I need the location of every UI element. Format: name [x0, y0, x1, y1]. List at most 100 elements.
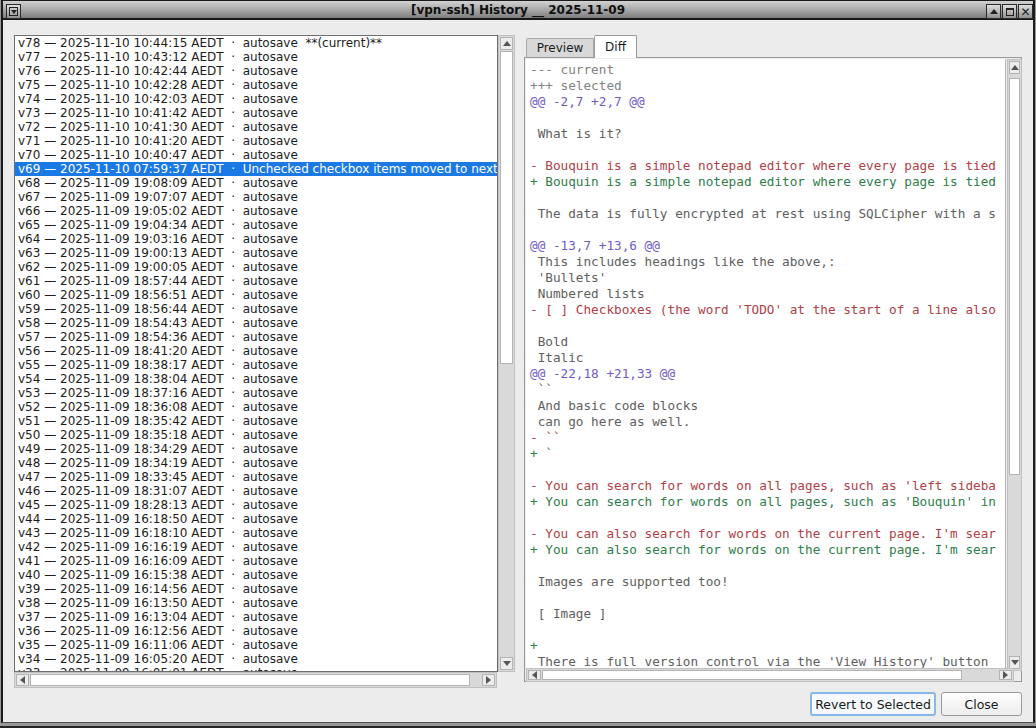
diff-line: @@ -13,7 +13,6 @@	[530, 238, 1005, 254]
diff-line: Italic	[530, 350, 1005, 366]
list-item[interactable]: v40 — 2025-11-09 16:15:38 AEDT · autosav…	[15, 568, 497, 582]
diff-line: --- current	[530, 62, 1005, 78]
diff-horizontal-scrollbar[interactable]	[526, 668, 1014, 682]
list-item[interactable]: v41 — 2025-11-09 16:16:09 AEDT · autosav…	[15, 554, 497, 568]
diff-line: What is it?	[530, 126, 1005, 142]
scrollbar-thumb[interactable]	[500, 51, 513, 364]
tab-preview-label: Preview	[537, 41, 584, 55]
diff-line: The data is fully encrypted at rest usin…	[530, 206, 1005, 222]
list-item[interactable]: v59 — 2025-11-09 18:56:44 AEDT · autosav…	[15, 302, 497, 316]
window-body: v78 — 2025-11-10 10:44:15 AEDT · autosav…	[0, 0, 1036, 728]
list-item[interactable]: v66 — 2025-11-09 19:05:02 AEDT · autosav…	[15, 204, 497, 218]
scrollbar-thumb[interactable]	[542, 670, 962, 680]
tab-preview[interactable]: Preview	[526, 38, 594, 57]
scrollbar-thumb[interactable]	[1009, 78, 1020, 475]
diff-line: + `	[530, 446, 1005, 462]
scrollbar-thumb[interactable]	[30, 674, 470, 686]
scroll-left-icon[interactable]	[16, 674, 29, 686]
list-item[interactable]: v47 — 2025-11-09 18:33:45 AEDT · autosav…	[15, 470, 497, 484]
list-item[interactable]: v46 — 2025-11-09 18:31:07 AEDT · autosav…	[15, 484, 497, 498]
list-item[interactable]: v35 — 2025-11-09 16:11:06 AEDT · autosav…	[15, 638, 497, 652]
scroll-down-icon[interactable]	[500, 657, 513, 670]
list-item[interactable]: v69 — 2025-11-10 07:59:37 AEDT · Uncheck…	[15, 162, 497, 176]
list-item[interactable]: v48 — 2025-11-09 18:34:19 AEDT · autosav…	[15, 456, 497, 470]
list-item[interactable]: v60 — 2025-11-09 18:56:51 AEDT · autosav…	[15, 288, 497, 302]
diff-line: can go here as well.	[530, 414, 1005, 430]
history-vertical-scrollbar[interactable]	[498, 35, 515, 672]
diff-line: + You can search for words on all pages,…	[530, 494, 1005, 510]
list-item[interactable]: v50 — 2025-11-09 18:35:18 AEDT · autosav…	[15, 428, 497, 442]
list-item[interactable]: v42 — 2025-11-09 16:16:19 AEDT · autosav…	[15, 540, 497, 554]
diff-line: Images are supported too!	[530, 574, 1005, 590]
scroll-left-icon[interactable]	[528, 670, 541, 680]
diff-line: @@ -2,7 +2,7 @@	[530, 94, 1005, 110]
diff-line	[530, 222, 1005, 238]
list-item[interactable]: v54 — 2025-11-09 18:38:04 AEDT · autosav…	[15, 372, 497, 386]
diff-line	[530, 190, 1005, 206]
history-window: [vpn-ssh] History __ 2025-11-09 ✕ v78 — …	[0, 0, 1036, 728]
diff-line	[530, 318, 1005, 334]
list-item[interactable]: v57 — 2025-11-09 18:54:36 AEDT · autosav…	[15, 330, 497, 344]
diff-line: + Bouquin is a simple notepad editor whe…	[530, 174, 1005, 190]
list-item[interactable]: v64 — 2025-11-09 19:03:16 AEDT · autosav…	[15, 232, 497, 246]
diff-line	[530, 622, 1005, 638]
list-item[interactable]: v55 — 2025-11-09 18:38:17 AEDT · autosav…	[15, 358, 497, 372]
diff-line: ``	[530, 382, 1005, 398]
diff-vertical-scrollbar[interactable]	[1007, 59, 1022, 671]
list-item[interactable]: v68 — 2025-11-09 19:08:09 AEDT · autosav…	[15, 176, 497, 190]
list-item[interactable]: v43 — 2025-11-09 16:18:10 AEDT · autosav…	[15, 526, 497, 540]
list-item[interactable]: v38 — 2025-11-09 16:13:50 AEDT · autosav…	[15, 596, 497, 610]
list-item[interactable]: v76 — 2025-11-10 10:42:44 AEDT · autosav…	[15, 64, 497, 78]
list-item[interactable]: v63 — 2025-11-09 19:00:13 AEDT · autosav…	[15, 246, 497, 260]
scroll-up-icon[interactable]	[500, 37, 513, 50]
list-item[interactable]: v72 — 2025-11-10 10:41:30 AEDT · autosav…	[15, 120, 497, 134]
close-button-label: Close	[964, 697, 998, 712]
diff-line: - You can also search for words on the c…	[530, 526, 1005, 542]
scroll-right-icon[interactable]	[482, 674, 495, 686]
scroll-right-icon[interactable]	[999, 670, 1012, 680]
list-item[interactable]: v51 — 2025-11-09 18:35:42 AEDT · autosav…	[15, 414, 497, 428]
diff-line: - You can search for words on all pages,…	[530, 478, 1005, 494]
tab-diff-label: Diff	[605, 40, 626, 54]
diff-line: [ Image ]	[530, 606, 1005, 622]
list-item[interactable]: v70 — 2025-11-10 10:40:47 AEDT · autosav…	[15, 148, 497, 162]
diff-line: Bold	[530, 334, 1005, 350]
list-item[interactable]: v71 — 2025-11-10 10:41:20 AEDT · autosav…	[15, 134, 497, 148]
tab-diff[interactable]: Diff	[594, 35, 637, 58]
list-item[interactable]: v39 — 2025-11-09 16:14:56 AEDT · autosav…	[15, 582, 497, 596]
list-item[interactable]: v56 — 2025-11-09 18:41:20 AEDT · autosav…	[15, 344, 497, 358]
list-item[interactable]: v45 — 2025-11-09 18:28:13 AEDT · autosav…	[15, 498, 497, 512]
list-item[interactable]: v58 — 2025-11-09 18:54:43 AEDT · autosav…	[15, 316, 497, 330]
diff-line	[530, 558, 1005, 574]
revert-button-label: Revert to Selected	[815, 697, 931, 712]
diff-line	[530, 462, 1005, 478]
diff-line	[530, 142, 1005, 158]
diff-line: +++ selected	[530, 78, 1005, 94]
history-horizontal-scrollbar[interactable]	[14, 672, 497, 688]
list-item[interactable]: v65 — 2025-11-09 19:04:34 AEDT · autosav…	[15, 218, 497, 232]
list-item[interactable]: v67 — 2025-11-09 19:07:07 AEDT · autosav…	[15, 190, 497, 204]
list-item[interactable]: v53 — 2025-11-09 18:37:16 AEDT · autosav…	[15, 386, 497, 400]
list-item[interactable]: v75 — 2025-11-10 10:42:28 AEDT · autosav…	[15, 78, 497, 92]
list-item[interactable]: v74 — 2025-11-10 10:42:03 AEDT · autosav…	[15, 92, 497, 106]
list-item[interactable]: v34 — 2025-11-09 16:05:20 AEDT · autosav…	[15, 652, 497, 666]
history-list[interactable]: v78 — 2025-11-10 10:44:15 AEDT · autosav…	[14, 35, 498, 672]
diff-line: @@ -22,18 +21,33 @@	[530, 366, 1005, 382]
list-item[interactable]: v78 — 2025-11-10 10:44:15 AEDT · autosav…	[15, 36, 497, 50]
window-frame: [vpn-ssh] History __ 2025-11-09 ✕ v78 — …	[1, 0, 1035, 723]
list-item[interactable]: v52 — 2025-11-09 18:36:08 AEDT · autosav…	[15, 400, 497, 414]
list-item[interactable]: v62 — 2025-11-09 19:00:05 AEDT · autosav…	[15, 260, 497, 274]
diff-line: Numbered lists	[530, 286, 1005, 302]
list-item[interactable]: v49 — 2025-11-09 18:34:29 AEDT · autosav…	[15, 442, 497, 456]
list-item[interactable]: v44 — 2025-11-09 16:18:50 AEDT · autosav…	[15, 512, 497, 526]
diff-text[interactable]: --- current+++ selected@@ -2,7 +2,7 @@ W…	[526, 59, 1006, 668]
list-item[interactable]: v73 — 2025-11-10 10:41:42 AEDT · autosav…	[15, 106, 497, 120]
scroll-up-icon[interactable]	[1009, 61, 1020, 74]
list-item[interactable]: v61 — 2025-11-09 18:57:44 AEDT · autosav…	[15, 274, 497, 288]
list-item[interactable]: v36 — 2025-11-09 16:12:56 AEDT · autosav…	[15, 624, 497, 638]
revert-to-selected-button[interactable]: Revert to Selected	[810, 692, 936, 716]
close-button[interactable]: Close	[941, 692, 1022, 716]
diff-line	[530, 110, 1005, 126]
list-item[interactable]: v77 — 2025-11-10 10:43:12 AEDT · autosav…	[15, 50, 497, 64]
list-item[interactable]: v37 — 2025-11-09 16:13:04 AEDT · autosav…	[15, 610, 497, 624]
